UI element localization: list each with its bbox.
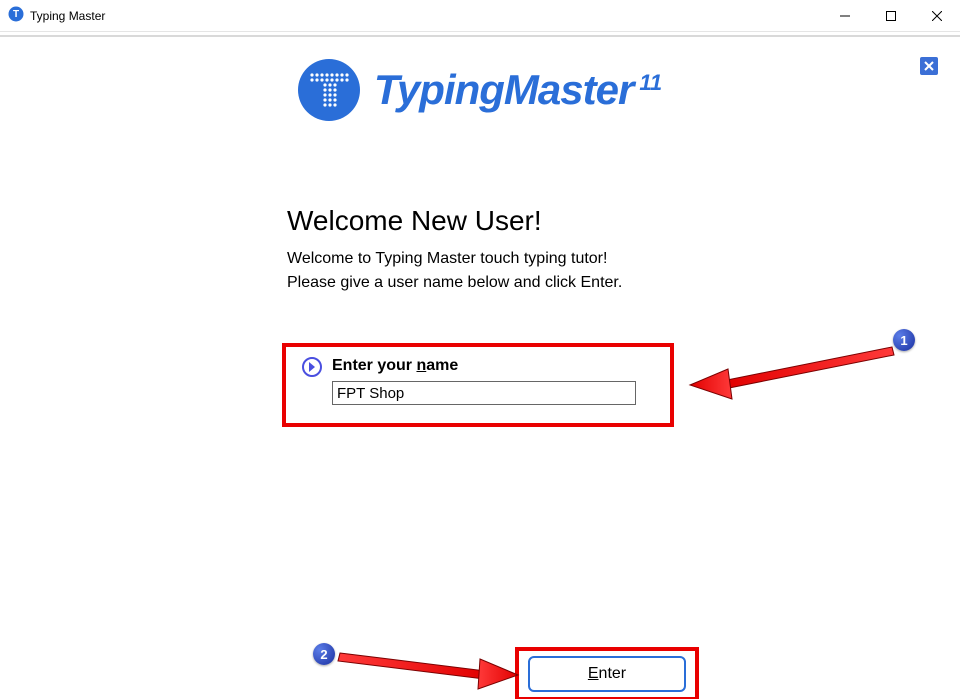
chevron-right-icon <box>302 357 322 377</box>
window-title: Typing Master <box>30 9 105 23</box>
username-input[interactable] <box>332 381 636 405</box>
label-underlined: n <box>416 357 426 374</box>
brand: TypingMaster 11 <box>298 59 662 121</box>
brand-name: TypingMaster <box>374 66 633 114</box>
enter-underlined: E <box>588 665 599 683</box>
minimize-button[interactable] <box>822 0 868 32</box>
annotation-arrow-1 <box>682 341 902 401</box>
welcome-heading: Welcome New User! <box>287 205 622 237</box>
brand-version: 11 <box>639 70 662 96</box>
welcome-line-2: Please give a user name below and click … <box>287 271 622 295</box>
annotation-step-2-badge: 2 <box>313 643 335 665</box>
name-entry-label: Enter your name <box>332 357 458 375</box>
header-area: TypingMaster 11 <box>0 37 960 142</box>
annotation-arrow-2 <box>334 645 524 695</box>
svg-text:T: T <box>13 9 19 20</box>
logo-icon <box>298 59 360 121</box>
window-title-left: T Typing Master <box>8 6 105 25</box>
label-before: Enter your <box>332 357 416 374</box>
welcome-block: Welcome New User! Welcome to Typing Mast… <box>287 205 622 295</box>
window-title-bar: T Typing Master <box>0 0 960 32</box>
panel-close-button[interactable] <box>920 57 938 75</box>
app-body: TypingMaster 11 Welcome New User! Welcom… <box>0 37 960 142</box>
enter-button-highlight: Enter <box>515 647 699 699</box>
close-button[interactable] <box>914 0 960 32</box>
window-controls <box>822 0 960 31</box>
brand-text: TypingMaster 11 <box>374 66 662 114</box>
welcome-line-1: Welcome to Typing Master touch typing tu… <box>287 247 622 271</box>
app-icon: T <box>8 6 24 25</box>
maximize-button[interactable] <box>868 0 914 32</box>
enter-rest: nter <box>599 665 627 683</box>
name-entry-highlight: Enter your name <box>282 343 674 427</box>
enter-button[interactable]: Enter <box>528 656 686 692</box>
label-after: ame <box>426 357 458 374</box>
